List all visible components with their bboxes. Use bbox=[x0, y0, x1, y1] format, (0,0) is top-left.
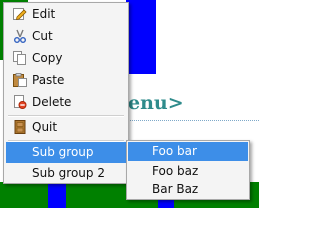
clipboard-icon bbox=[13, 73, 27, 87]
blue-block bbox=[126, 0, 156, 74]
menu-item-delete[interactable]: Delete bbox=[6, 92, 126, 113]
delete-page-icon bbox=[13, 95, 27, 109]
submenu-item-label: Foo baz bbox=[152, 164, 199, 178]
menu-item-sub-group-2[interactable]: Sub group 2 bbox=[6, 163, 126, 184]
menu-item-label: Paste bbox=[32, 73, 65, 87]
menu-item-quit[interactable]: Quit bbox=[6, 117, 126, 138]
scissors-icon bbox=[13, 29, 27, 43]
menu-item-edit[interactable]: Edit bbox=[6, 4, 126, 25]
menu-item-label: Sub group 2 bbox=[32, 166, 105, 180]
menu-item-label: Edit bbox=[32, 7, 56, 21]
menu-item-cut[interactable]: Cut bbox=[6, 26, 126, 47]
page-heading-fragment: enu> bbox=[128, 92, 184, 114]
menu-item-label: Delete bbox=[32, 95, 72, 109]
menu-item-label: Cut bbox=[32, 29, 53, 43]
menu-item-sub-group[interactable]: Sub group bbox=[6, 142, 126, 163]
submenu-item-foo-baz[interactable]: Foo baz bbox=[128, 162, 248, 181]
page: enu> Edit Cut Copy Paste Delete Quit Sub… bbox=[0, 0, 259, 208]
menu-item-paste[interactable]: Paste bbox=[6, 70, 126, 91]
menu-item-label: Quit bbox=[32, 120, 58, 134]
submenu-item-foo-bar[interactable]: Foo bar bbox=[128, 142, 248, 161]
menu-item-label: Sub group bbox=[32, 145, 94, 159]
submenu: Foo bar Foo baz Bar Baz bbox=[126, 140, 250, 200]
context-menu: Edit Cut Copy Paste Delete Quit Sub grou… bbox=[3, 2, 129, 184]
door-icon bbox=[13, 120, 27, 134]
copy-pages-icon bbox=[13, 51, 27, 65]
submenu-item-bar-baz[interactable]: Bar Baz bbox=[128, 180, 248, 199]
dotted-divider bbox=[128, 120, 259, 121]
blue-block-bottom-left bbox=[48, 182, 66, 208]
menu-item-label: Copy bbox=[32, 51, 63, 65]
menu-item-copy[interactable]: Copy bbox=[6, 48, 126, 69]
submenu-item-label: Bar Baz bbox=[152, 182, 199, 196]
submenu-item-label: Foo bar bbox=[152, 144, 197, 158]
edit-pencil-icon bbox=[13, 7, 27, 21]
